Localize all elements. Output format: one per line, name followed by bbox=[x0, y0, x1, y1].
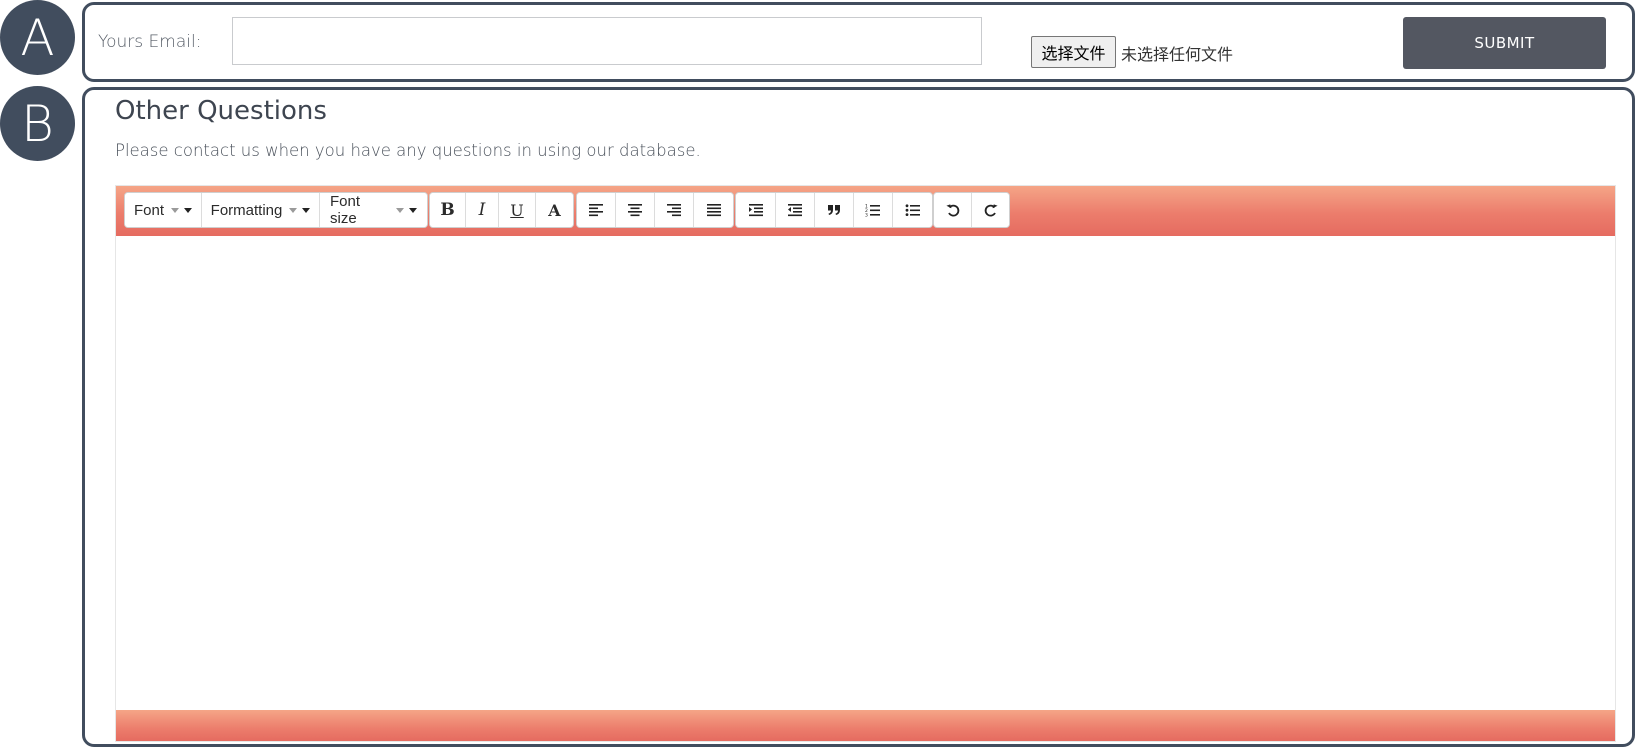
chevron-down-icon bbox=[184, 207, 193, 213]
formatting-dropdown-label: Formatting bbox=[210, 201, 283, 219]
email-panel: Yours Email: 选择文件 未选择任何文件 SUBMIT bbox=[82, 2, 1635, 82]
align-right-button[interactable] bbox=[655, 193, 694, 227]
email-input[interactable] bbox=[232, 17, 982, 65]
bold-icon: B bbox=[440, 200, 455, 220]
chevron-down-icon bbox=[171, 207, 180, 213]
submit-button[interactable]: SUBMIT bbox=[1403, 17, 1606, 69]
font-color-icon: A bbox=[548, 200, 561, 220]
align-center-icon bbox=[628, 204, 642, 217]
indent-button[interactable] bbox=[736, 193, 776, 227]
align-justify-button[interactable] bbox=[694, 193, 733, 227]
badge-b-letter: B bbox=[21, 94, 54, 153]
chevron-down-icon bbox=[302, 207, 311, 213]
align-left-button[interactable] bbox=[577, 193, 616, 227]
redo-button[interactable] bbox=[972, 193, 1009, 227]
file-status-text: 未选择任何文件 bbox=[1121, 45, 1234, 64]
email-label: Yours Email: bbox=[98, 32, 202, 52]
font-dropdown[interactable]: Font bbox=[125, 193, 202, 227]
unordered-list-button[interactable] bbox=[893, 193, 932, 227]
align-right-icon bbox=[667, 204, 681, 217]
section-badge-b: B bbox=[0, 86, 75, 161]
undo-button[interactable] bbox=[934, 193, 972, 227]
block-group: 123 bbox=[735, 192, 933, 228]
unordered-list-icon bbox=[905, 204, 920, 216]
alignment-group bbox=[576, 192, 734, 228]
svg-text:3: 3 bbox=[865, 213, 868, 218]
italic-button[interactable]: I bbox=[466, 193, 499, 227]
redo-icon bbox=[984, 204, 998, 217]
editor-footer-bar bbox=[116, 710, 1615, 741]
ordered-list-button[interactable]: 123 bbox=[854, 193, 893, 227]
chevron-down-icon bbox=[396, 207, 404, 213]
align-center-button[interactable] bbox=[616, 193, 655, 227]
chevron-down-icon bbox=[409, 207, 417, 213]
font-size-dropdown-label: Font size bbox=[330, 193, 361, 227]
section-description: Please contact us when you have any ques… bbox=[115, 141, 701, 160]
history-group bbox=[933, 192, 1010, 228]
font-dropdown-label: Font bbox=[134, 201, 165, 219]
badge-a-letter: A bbox=[20, 8, 55, 67]
font-size-dropdown[interactable]: Font size bbox=[320, 193, 427, 227]
italic-icon: I bbox=[478, 200, 486, 220]
outdent-icon bbox=[788, 204, 802, 217]
underline-icon: U bbox=[510, 200, 524, 220]
ordered-list-icon: 123 bbox=[865, 204, 880, 218]
font-color-button[interactable]: A bbox=[536, 193, 573, 227]
section-badge-a: A bbox=[0, 0, 75, 75]
underline-button[interactable]: U bbox=[499, 193, 536, 227]
indent-icon bbox=[748, 204, 763, 217]
formatting-dropdown[interactable]: Formatting bbox=[202, 193, 320, 227]
editor-content-area[interactable] bbox=[116, 236, 1615, 688]
blockquote-button[interactable] bbox=[815, 193, 854, 227]
choose-file-button[interactable]: 选择文件 bbox=[1031, 36, 1116, 68]
rich-text-editor: Font Formatting Font size B I U A 1 2 3 bbox=[115, 185, 1616, 742]
align-left-icon bbox=[589, 204, 603, 217]
questions-panel: Other Questions Please contact us when y… bbox=[82, 87, 1635, 747]
text-style-group: B I U A bbox=[429, 192, 574, 228]
align-justify-icon bbox=[706, 204, 721, 217]
undo-icon bbox=[945, 204, 959, 217]
outdent-button[interactable] bbox=[776, 193, 815, 227]
editor-toolbar: Font Formatting Font size B I U A 1 2 3 bbox=[116, 186, 1615, 236]
blockquote-icon bbox=[828, 205, 840, 215]
section-title: Other Questions bbox=[115, 96, 327, 126]
bold-button[interactable]: B bbox=[430, 193, 466, 227]
dropdown-group: Font Formatting Font size bbox=[124, 192, 428, 228]
chevron-down-icon bbox=[289, 207, 298, 213]
